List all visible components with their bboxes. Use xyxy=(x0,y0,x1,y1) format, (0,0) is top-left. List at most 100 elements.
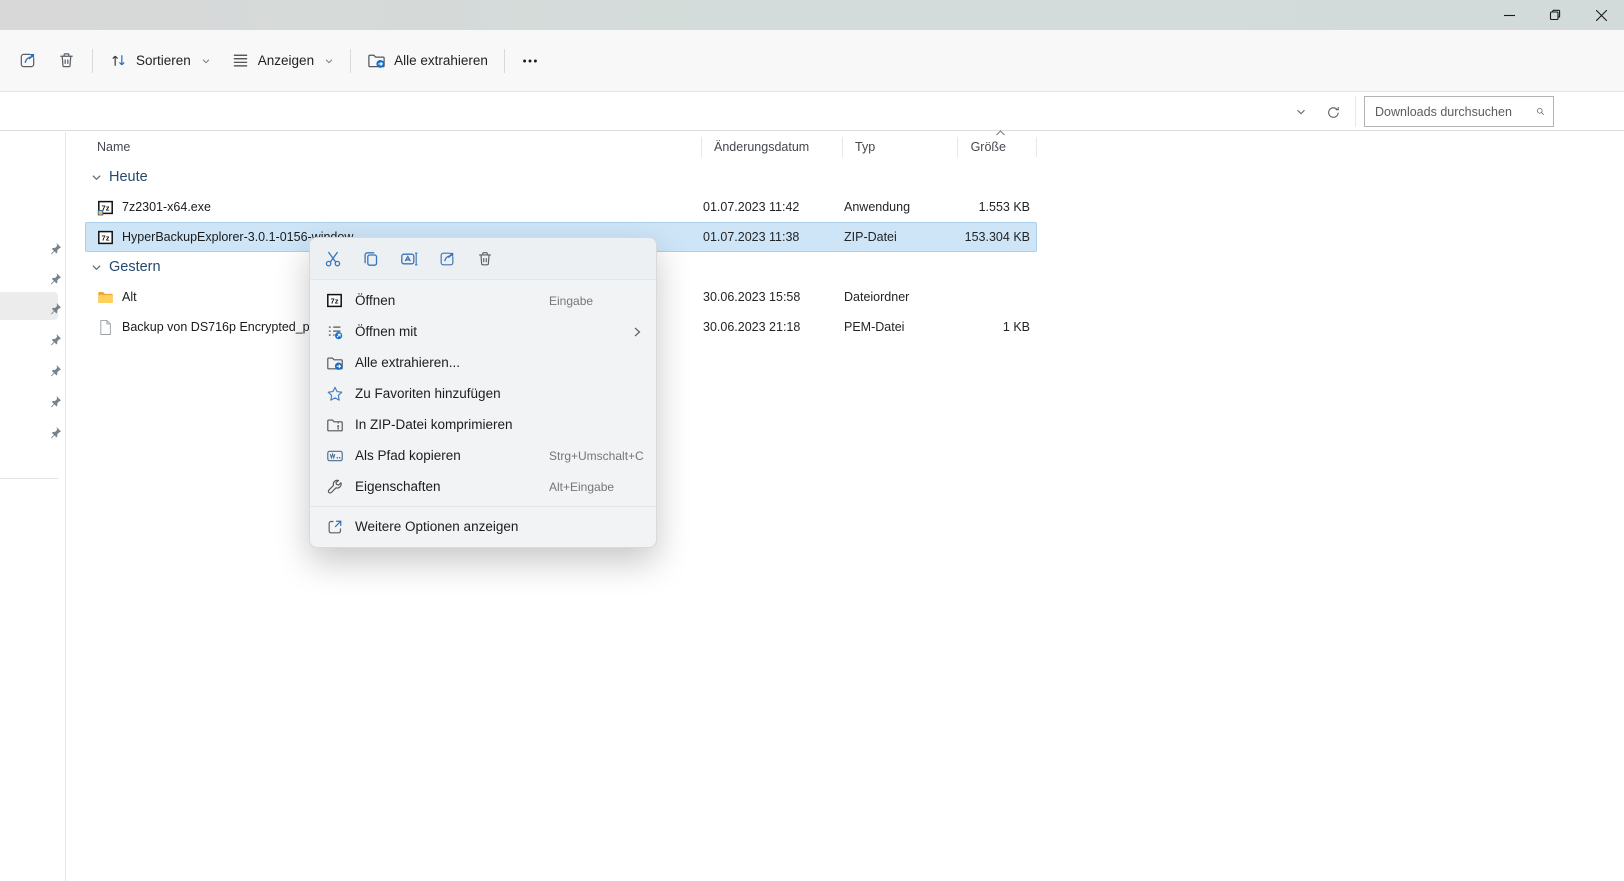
folder-icon xyxy=(97,289,114,306)
titlebar xyxy=(0,0,1624,30)
menu-separator xyxy=(310,506,656,507)
restore-icon xyxy=(1549,9,1561,21)
context-menu-quick-actions xyxy=(310,238,656,280)
refresh-button[interactable] xyxy=(1320,99,1346,125)
search-icon xyxy=(1537,108,1544,115)
extract-icon xyxy=(325,353,344,372)
file-size: 1.553 KB xyxy=(978,200,1030,214)
address-dropdown-button[interactable] xyxy=(1288,99,1314,125)
copy-icon xyxy=(363,251,377,266)
pin-icon xyxy=(50,303,61,315)
file-icon xyxy=(97,319,114,336)
pin-icon xyxy=(50,396,61,408)
menu-item-extract-all[interactable]: Alle extrahieren... xyxy=(310,347,656,378)
main-area: Name Änderungsdatum Typ Größe Heute 7z 7… xyxy=(0,130,1624,881)
chevron-down-icon xyxy=(92,174,101,180)
cut-icon xyxy=(325,251,340,266)
column-headers: Name Änderungsdatum Typ Größe xyxy=(85,130,1037,162)
sort-button[interactable]: Sortieren xyxy=(99,43,221,79)
extract-all-label: Alle extrahieren xyxy=(394,53,488,68)
chevron-down-icon xyxy=(1297,109,1305,115)
restore-button[interactable] xyxy=(1532,0,1578,30)
sidebar-pinned-item[interactable] xyxy=(49,333,62,346)
rename-icon xyxy=(400,252,417,265)
extract-icon xyxy=(368,54,385,68)
share-button[interactable] xyxy=(8,43,47,79)
address-bar[interactable] xyxy=(0,91,1624,131)
menu-item-open[interactable]: 7z Öffnen Eingabe xyxy=(310,285,656,316)
zip-compress-icon xyxy=(325,415,344,434)
search-box[interactable] xyxy=(1364,96,1554,127)
menu-item-open-with[interactable]: Öffnen mit xyxy=(310,316,656,347)
share-button[interactable] xyxy=(431,243,462,274)
file-explorer-window: Sortieren Anzeigen Alle extrahieren Down… xyxy=(0,0,1624,881)
trash-icon xyxy=(478,251,491,265)
open-with-icon xyxy=(325,322,344,341)
file-list-pane: Name Änderungsdatum Typ Größe Heute 7z 7… xyxy=(67,130,1624,881)
file-modified: 01.07.2023 11:42 xyxy=(703,200,800,214)
chevron-down-icon xyxy=(202,58,210,63)
shortcut-label: Strg+Umschalt+C xyxy=(549,448,644,463)
column-header-modified[interactable]: Änderungsdatum xyxy=(702,137,843,157)
more-options-button[interactable] xyxy=(511,43,549,79)
close-icon xyxy=(1595,9,1607,21)
properties-icon xyxy=(325,477,344,496)
sidebar-pinned-item[interactable] xyxy=(49,426,62,439)
column-header-type[interactable]: Typ xyxy=(843,137,958,157)
file-size: 153.304 KB xyxy=(964,230,1030,244)
menu-item-add-to-favorites[interactable]: Zu Favoriten hinzufügen xyxy=(310,378,656,409)
file-modified: 30.06.2023 21:18 xyxy=(703,320,801,334)
file-type: Anwendung xyxy=(844,200,911,214)
submenu-chevron-icon xyxy=(634,327,641,336)
file-name: 7z2301-x64.exe xyxy=(122,200,211,214)
file-size: 1 KB xyxy=(1002,320,1030,334)
copy-path-icon xyxy=(325,446,344,465)
7z-zip-icon: 7z xyxy=(97,229,114,246)
7z-exe-icon: 7z xyxy=(97,199,114,216)
command-bar: Sortieren Anzeigen Alle extrahieren xyxy=(0,30,1624,91)
sidebar-pinned-item[interactable] xyxy=(49,302,62,315)
column-header-size[interactable]: Größe xyxy=(958,130,1037,157)
extract-all-button[interactable]: Alle extrahieren xyxy=(357,43,498,79)
sort-ascending-icon xyxy=(996,130,1005,136)
menu-item-properties[interactable]: Eigenschaften Alt+Eingabe xyxy=(310,471,656,502)
sort-icon xyxy=(112,55,125,66)
7z-app-icon: 7z xyxy=(325,291,344,310)
file-modified: 30.06.2023 15:58 xyxy=(703,290,801,304)
file-type: Dateiordner xyxy=(844,290,910,304)
shortcut-label: Alt+Eingabe xyxy=(549,479,615,494)
pin-icon xyxy=(50,243,61,255)
rename-button[interactable] xyxy=(393,243,424,274)
close-button[interactable] xyxy=(1578,0,1624,30)
copy-button[interactable] xyxy=(355,243,386,274)
view-label: Anzeigen xyxy=(257,53,315,68)
group-label: Heute xyxy=(109,169,148,185)
context-menu: 7z Öffnen Eingabe Öffnen mit Alle extrah… xyxy=(309,237,657,548)
cut-button[interactable] xyxy=(317,243,348,274)
menu-item-copy-as-path[interactable]: Als Pfad kopieren Strg+Umschalt+C xyxy=(310,440,656,471)
pin-icon xyxy=(50,273,61,285)
sidebar-pinned-item[interactable] xyxy=(49,364,62,377)
sidebar-pinned-item[interactable] xyxy=(49,242,62,255)
view-icon xyxy=(233,54,247,67)
delete-button[interactable] xyxy=(469,243,500,274)
chevron-down-icon xyxy=(92,264,101,270)
file-type: ZIP-Datei xyxy=(844,230,897,244)
column-header-name[interactable]: Name xyxy=(85,137,702,157)
view-button[interactable]: Anzeigen xyxy=(221,43,344,79)
pin-icon xyxy=(50,365,61,377)
delete-button[interactable] xyxy=(47,43,86,79)
sidebar-pinned-item[interactable] xyxy=(49,395,62,408)
file-modified: 01.07.2023 11:38 xyxy=(703,230,800,244)
svg-text:7z: 7z xyxy=(331,297,339,306)
minimize-icon xyxy=(1503,14,1515,16)
search-input[interactable] xyxy=(1375,104,1536,119)
menu-item-compress-to-zip[interactable]: In ZIP-Datei komprimieren xyxy=(310,409,656,440)
pin-icon xyxy=(50,427,61,439)
sidebar-pinned-item[interactable] xyxy=(49,272,62,285)
menu-item-show-more-options[interactable]: Weitere Optionen anzeigen xyxy=(310,511,656,542)
file-row[interactable]: 7z 7z2301-x64.exe 01.07.2023 11:42 Anwen… xyxy=(85,192,1037,222)
group-header-heute[interactable]: Heute xyxy=(85,162,1624,192)
minimize-button[interactable] xyxy=(1486,0,1532,30)
address-divider xyxy=(1355,96,1356,127)
